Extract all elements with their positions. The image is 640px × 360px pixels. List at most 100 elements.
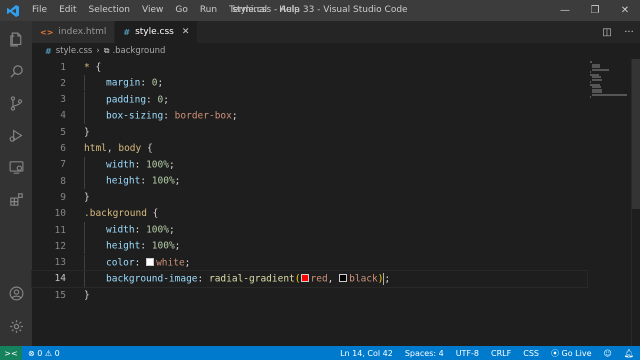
- line-number: 4: [60, 110, 66, 122]
- code-token: :: [163, 110, 175, 122]
- code-token: background-image: [106, 273, 198, 285]
- menu-item-run[interactable]: Run: [194, 0, 223, 21]
- language-mode[interactable]: CSS: [517, 349, 545, 358]
- tab-style-css[interactable]: # style.css ✕: [115, 21, 199, 43]
- search-icon[interactable]: [0, 56, 32, 86]
- cursor-position[interactable]: Ln 14, Col 42: [334, 349, 399, 358]
- css-file-icon: #: [123, 27, 131, 37]
- vertical-scrollbar[interactable]: [631, 59, 640, 346]
- code-line[interactable]: 8 height: 100%;: [32, 173, 587, 190]
- menu-item-help[interactable]: Help: [273, 0, 306, 21]
- line-number: 12: [54, 240, 66, 252]
- split-editor-icon[interactable]: ◫: [596, 27, 618, 38]
- line-number: 10: [54, 208, 66, 220]
- end-of-line[interactable]: CRLF: [485, 349, 517, 358]
- code-token: height: [106, 175, 141, 187]
- breadcrumb-file[interactable]: style.css: [56, 46, 93, 56]
- code-token: ;: [231, 110, 238, 122]
- code-line[interactable]: 9}: [32, 189, 587, 205]
- notifications-bell-icon[interactable]: 🔔︎: [618, 349, 640, 358]
- code-token: ;: [174, 175, 181, 187]
- code-token: white: [156, 257, 185, 269]
- settings-gear-icon[interactable]: [0, 311, 32, 341]
- html-file-icon: <>: [40, 27, 54, 37]
- tab-label: style.css: [135, 27, 174, 37]
- indent-guide: [84, 75, 106, 92]
- indentation[interactable]: Spaces: 4: [399, 349, 450, 358]
- restore-icon[interactable]: ❐: [580, 0, 610, 21]
- code-line[interactable]: 12 height: 100%;: [32, 238, 587, 255]
- more-actions-icon[interactable]: ···: [618, 27, 640, 38]
- extensions-icon[interactable]: [0, 184, 32, 214]
- minimap-line: [592, 93, 627, 96]
- tab-index-html[interactable]: <> index.html: [32, 21, 116, 43]
- menu-item-file[interactable]: File: [26, 0, 53, 21]
- line-number: 14: [54, 273, 66, 285]
- source-control-icon[interactable]: [0, 88, 32, 118]
- close-window-icon[interactable]: ✕: [610, 0, 640, 21]
- accounts-icon[interactable]: [0, 278, 32, 308]
- menu-item-go[interactable]: Go: [169, 0, 193, 21]
- css-file-icon: #: [45, 46, 52, 56]
- minimap[interactable]: [587, 59, 631, 346]
- code-line[interactable]: 14 background-image: radial-gradient(red,…: [31, 269, 588, 288]
- menu-item-terminal[interactable]: Terminal: [223, 0, 273, 21]
- code-token: radial-gradient: [208, 273, 295, 285]
- code-token: :: [134, 224, 147, 236]
- indent-guide: [84, 222, 106, 238]
- code-token: {: [146, 208, 159, 220]
- breadcrumb: # style.css › ⧉ .background: [32, 43, 592, 59]
- color-swatch-icon[interactable]: [339, 273, 348, 282]
- menu-item-view[interactable]: View: [136, 0, 169, 21]
- problems-indicator[interactable]: ⊗ 0 ⚠ 0: [22, 349, 66, 358]
- code-content: box-sizing: border-box;: [84, 107, 238, 124]
- code-token: box-sizing: [106, 110, 164, 122]
- code-token: :: [146, 94, 158, 106]
- minimap-line: [592, 78, 602, 81]
- code-line[interactable]: 3 padding: 0;: [32, 91, 587, 108]
- code-line[interactable]: 10 .background {: [32, 206, 587, 222]
- indent-guide: [84, 238, 106, 255]
- feedback-icon[interactable]: ☺: [598, 349, 618, 358]
- code-line[interactable]: 15}: [32, 287, 587, 303]
- line-number: 7: [60, 159, 66, 171]
- code-token: ;: [184, 257, 191, 269]
- vscode-logo-icon: [0, 0, 26, 21]
- code-line[interactable]: 13 color: white;: [32, 254, 587, 271]
- code-line[interactable]: 6 html, body {: [32, 141, 587, 157]
- breadcrumb-symbol[interactable]: .background: [112, 46, 165, 56]
- code-token: :: [197, 273, 209, 285]
- code-token: width: [106, 159, 135, 171]
- code-line[interactable]: 1 * {: [32, 59, 587, 75]
- code-line[interactable]: 11 width: 100%;: [32, 222, 587, 238]
- menu-bar: File Edit Selection View Go Run Terminal Help: [26, 0, 306, 21]
- code-token: *: [84, 61, 96, 73]
- code-token: ;: [157, 77, 164, 89]
- code-line[interactable]: 7 width: 100%;: [32, 156, 587, 173]
- menu-item-selection[interactable]: Selection: [83, 0, 136, 21]
- scrollbar-thumb[interactable]: [632, 59, 640, 209]
- go-live-button[interactable]: ⦿ Go Live: [545, 348, 598, 359]
- code-token: html: [84, 143, 107, 154]
- code-content: color: white;: [84, 254, 191, 271]
- code-content: width: 100%;: [84, 222, 175, 238]
- code-line[interactable]: 2 margin: 0;: [32, 75, 587, 92]
- code-token: body: [118, 143, 142, 154]
- color-swatch-icon[interactable]: [146, 257, 155, 266]
- close-icon[interactable]: ✕: [182, 27, 190, 37]
- encoding[interactable]: UTF-8: [450, 349, 485, 358]
- code-editor[interactable]: 1 * {2 margin: 0; 3 padding: 0; 4 box-sizing: …: [31, 59, 588, 346]
- run-debug-icon[interactable]: [0, 120, 32, 150]
- remote-explorer-icon[interactable]: [0, 152, 32, 182]
- code-line[interactable]: 4 box-sizing: border-box;: [32, 107, 587, 124]
- code-line[interactable]: 5}: [32, 124, 587, 140]
- menu-item-edit[interactable]: Edit: [53, 0, 82, 21]
- minimize-icon[interactable]: —: [550, 0, 580, 21]
- remote-indicator[interactable]: ><: [0, 346, 22, 360]
- code-token: height: [106, 240, 141, 252]
- code-token: }: [84, 191, 90, 203]
- explorer-icon[interactable]: [0, 24, 32, 54]
- code-content: margin: 0;: [84, 75, 164, 92]
- indent-guide: [84, 254, 106, 271]
- color-swatch-icon[interactable]: [300, 273, 309, 282]
